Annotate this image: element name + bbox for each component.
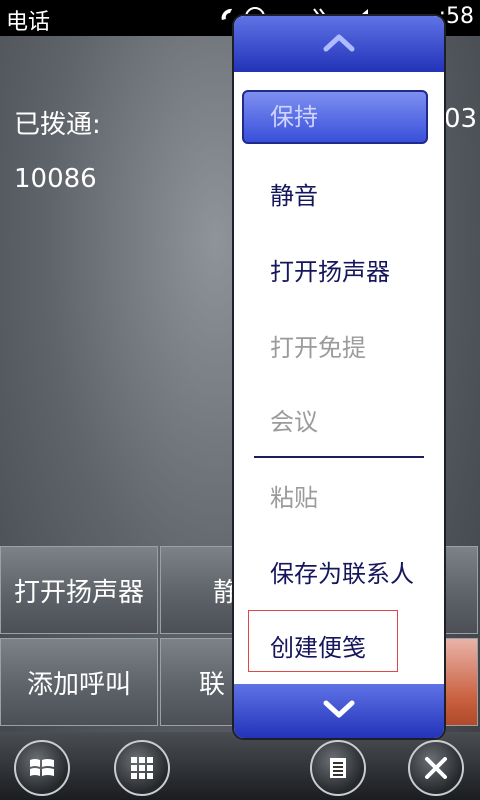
- menu-item-label: 会议: [270, 408, 318, 436]
- menu-divider: [254, 456, 424, 458]
- speaker-button[interactable]: 打开扬声器: [0, 546, 158, 634]
- menu-list-icon[interactable]: [310, 740, 366, 796]
- menu-item-label: 静音: [270, 182, 318, 210]
- menu-item-paste[interactable]: 粘贴: [270, 478, 318, 513]
- contacts-button-label: 联: [199, 669, 226, 700]
- menu-item-label: 创建便笺: [270, 634, 366, 662]
- scroll-down-button[interactable]: [234, 684, 444, 738]
- call-timer: 03: [444, 104, 478, 134]
- add-call-button-label: 添加呼叫: [26, 669, 131, 700]
- speaker-button-label: 打开扬声器: [13, 577, 144, 608]
- scroll-up-button[interactable]: [234, 16, 444, 72]
- menu-item-label: 粘贴: [270, 484, 318, 512]
- chevron-up-icon: [322, 31, 356, 57]
- chevron-down-icon: [322, 698, 356, 724]
- call-number: 10086: [14, 164, 97, 194]
- app-title: 电话: [6, 10, 51, 35]
- close-icon[interactable]: [408, 740, 464, 796]
- add-call-button[interactable]: 添加呼叫: [0, 638, 158, 726]
- menu-item-mute[interactable]: 静音: [270, 176, 318, 211]
- windows-start-icon[interactable]: [14, 740, 70, 796]
- menu-item-speaker[interactable]: 打开扬声器: [270, 252, 390, 287]
- menu-item-create-note[interactable]: 创建便笺: [270, 628, 366, 663]
- menu-item-label: 打开扬声器: [270, 258, 390, 286]
- keypad-grid-icon[interactable]: [114, 740, 170, 796]
- menu-item-label: 保存为联系人: [270, 560, 414, 588]
- menu-item-conference[interactable]: 会议: [270, 402, 318, 437]
- menu-item-save-contact[interactable]: 保存为联系人: [270, 554, 414, 589]
- bottom-bar: [0, 732, 480, 800]
- menu-item-hold[interactable]: 保持: [242, 90, 428, 144]
- menu-item-label: 打开免提: [270, 334, 366, 362]
- call-state-label: 已拨通:: [14, 110, 101, 140]
- menu-item-label: 保持: [270, 103, 318, 131]
- menu-item-handsfree[interactable]: 打开免提: [270, 328, 366, 363]
- context-menu: 保持 静音 打开扬声器 打开免提 会议 粘贴 保存为联系人 创建便笺: [232, 14, 446, 740]
